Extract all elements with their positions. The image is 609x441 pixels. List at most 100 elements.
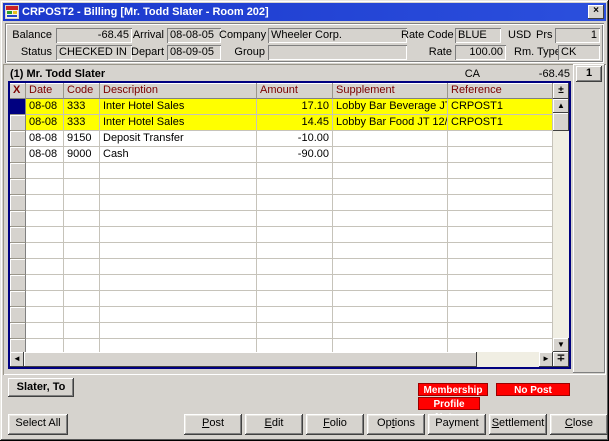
- row-select-cell[interactable]: [10, 147, 26, 163]
- row-select-cell[interactable]: [10, 131, 26, 147]
- folio-page-button-1[interactable]: 1: [576, 66, 602, 82]
- cell-code: 9000: [64, 147, 100, 163]
- row-select-cell[interactable]: [10, 259, 26, 275]
- membership-badge: Membership: [418, 383, 488, 396]
- cell-reference: [448, 275, 553, 291]
- row-select-cell[interactable]: [10, 275, 26, 291]
- cell-reference: [448, 307, 553, 323]
- row-select-cell[interactable]: [10, 115, 26, 131]
- rate-code-field: BLUE: [455, 28, 501, 43]
- row-select-cell[interactable]: [10, 99, 26, 115]
- settlement-button[interactable]: Settlement: [489, 414, 547, 435]
- cell-code: [64, 179, 100, 195]
- row-select-cell[interactable]: [10, 195, 26, 211]
- row-select-cell[interactable]: [10, 243, 26, 259]
- table-row[interactable]: 08-089000Cash-90.00: [10, 147, 553, 163]
- prs-label: Prs: [536, 28, 552, 43]
- cell-code: 333: [64, 115, 100, 131]
- group-field[interactable]: [268, 45, 407, 60]
- scroll-down-button[interactable]: ▼: [553, 338, 569, 352]
- cell-reference: CRPOST1: [448, 115, 553, 131]
- left-arrow-icon: ◄: [13, 354, 21, 363]
- cell-date: [26, 179, 64, 195]
- h-scrollbar[interactable]: ◄ ►: [10, 352, 553, 367]
- empty-row: [10, 259, 553, 275]
- app-icon: [5, 5, 19, 19]
- folio-button[interactable]: Folio: [306, 414, 364, 435]
- post-button[interactable]: Post: [184, 414, 242, 435]
- column-header-x: X: [10, 83, 26, 99]
- v-scroll-track[interactable]: [553, 131, 569, 338]
- cell-description: [100, 163, 257, 179]
- h-scroll-thumb[interactable]: [24, 352, 477, 367]
- row-select-cell[interactable]: [10, 163, 26, 179]
- options-button[interactable]: Options: [367, 414, 425, 435]
- cell-code: [64, 243, 100, 259]
- close-button[interactable]: Close: [550, 414, 608, 435]
- table-row[interactable]: 08-089150Deposit Transfer-10.00: [10, 131, 553, 147]
- row-select-cell[interactable]: [10, 227, 26, 243]
- cell-amount: [257, 227, 333, 243]
- scroll-left-button[interactable]: ◄: [10, 352, 24, 367]
- select-all-button[interactable]: Select All: [8, 414, 68, 435]
- cell-code: [64, 259, 100, 275]
- column-header-date: Date: [26, 83, 64, 99]
- cell-code: [64, 275, 100, 291]
- rm-type-field: CK: [558, 45, 600, 60]
- cell-date: 08-08: [26, 131, 64, 147]
- cell-description: Inter Hotel Sales: [100, 99, 257, 115]
- empty-row: [10, 323, 553, 339]
- cell-date: [26, 163, 64, 179]
- currency-label: USD: [508, 28, 536, 43]
- cell-supplement: [333, 339, 448, 352]
- close-button[interactable]: ×: [588, 5, 604, 19]
- cell-description: [100, 275, 257, 291]
- row-select-cell[interactable]: [10, 307, 26, 323]
- column-header-code: Code: [64, 83, 100, 99]
- company-field[interactable]: Wheeler Corp.: [268, 28, 407, 43]
- scroll-page-down-button[interactable]: ∓: [553, 352, 569, 367]
- cell-reference: [448, 131, 553, 147]
- v-scroll-thumb[interactable]: [553, 113, 569, 131]
- empty-row: [10, 339, 553, 352]
- cell-supplement: [333, 291, 448, 307]
- cell-reference: [448, 147, 553, 163]
- prs-field: 1: [555, 28, 600, 43]
- right-arrow-icon: ►: [542, 354, 550, 363]
- row-select-cell[interactable]: [10, 179, 26, 195]
- cell-description: [100, 307, 257, 323]
- row-select-cell[interactable]: [10, 323, 26, 339]
- edit-button[interactable]: Edit: [245, 414, 303, 435]
- cell-supplement: [333, 131, 448, 147]
- table-row[interactable]: 08-08333Inter Hotel Sales14.45Lobby Bar …: [10, 115, 553, 131]
- cell-amount: [257, 275, 333, 291]
- h-scroll-track[interactable]: [24, 352, 539, 367]
- scroll-up-button[interactable]: ▲: [553, 99, 569, 113]
- cell-supplement: [333, 195, 448, 211]
- cell-code: [64, 291, 100, 307]
- depart-field: 08-09-05: [167, 45, 221, 60]
- scroll-page-up-button[interactable]: ±: [553, 83, 569, 99]
- scroll-right-button[interactable]: ►: [539, 352, 553, 367]
- row-select-cell[interactable]: [10, 211, 26, 227]
- empty-row: [10, 163, 553, 179]
- arrival-field: 08-08-05: [167, 28, 221, 43]
- empty-row: [10, 307, 553, 323]
- cell-amount: [257, 339, 333, 352]
- column-header-supplement: Supplement: [333, 83, 448, 99]
- row-select-cell[interactable]: [10, 339, 26, 352]
- status-field: CHECKED IN: [56, 45, 132, 60]
- table-row[interactable]: 08-08333Inter Hotel Sales17.10Lobby Bar …: [10, 99, 553, 115]
- cell-reference: [448, 339, 553, 352]
- cell-description: [100, 179, 257, 195]
- v-scrollbar[interactable]: ± ▲ ▼ ∓: [553, 83, 569, 367]
- payment-button[interactable]: Payment: [428, 414, 486, 435]
- guest-tab[interactable]: Slater, To: [8, 378, 74, 397]
- cell-description: [100, 339, 257, 352]
- cell-reference: [448, 211, 553, 227]
- row-select-cell[interactable]: [10, 291, 26, 307]
- action-buttons: PostEditFolioOptionsPaymentSettlementClo…: [184, 414, 608, 435]
- cell-amount: 14.45: [257, 115, 333, 131]
- cell-supplement: [333, 243, 448, 259]
- cell-reference: [448, 195, 553, 211]
